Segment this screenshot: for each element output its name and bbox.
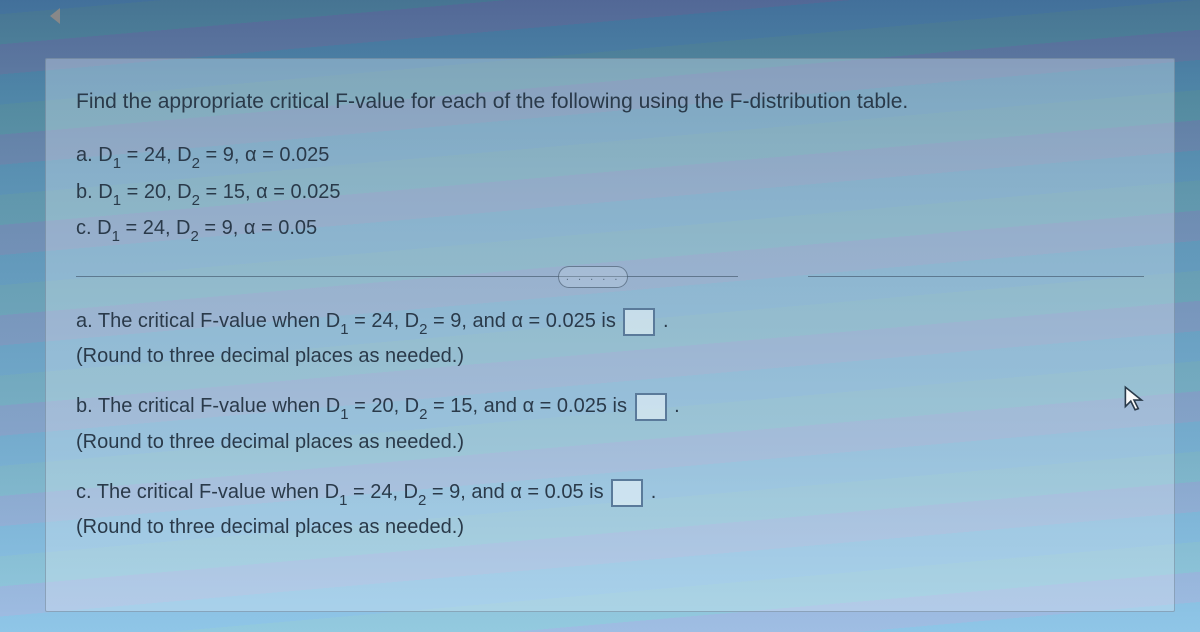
answer-b-input[interactable] — [635, 393, 667, 421]
divider-line-right — [808, 276, 1144, 277]
answer-a-period: . — [663, 310, 669, 332]
answer-a-input[interactable] — [623, 308, 655, 336]
answer-a-note: (Round to three decimal places as needed… — [76, 341, 1144, 371]
question-panel: Find the appropriate critical F-value fo… — [45, 58, 1175, 612]
param-b: b. D1 = 20, D2 = 15, α = 0.025 — [76, 175, 1144, 212]
answer-b-period: . — [674, 395, 680, 417]
param-a: a. D1 = 24, D2 = 9, α = 0.025 — [76, 138, 1144, 175]
mouse-cursor-icon — [1123, 385, 1145, 413]
param-c: c. D1 = 24, D2 = 9, α = 0.05 — [76, 211, 1144, 248]
section-divider: . . . . . — [76, 266, 1144, 288]
answer-b-text: b. The critical F-value when D1 = 20, D2… — [76, 395, 633, 417]
answer-b-note: (Round to three decimal places as needed… — [76, 427, 1144, 457]
answer-a-text: a. The critical F-value when D1 = 24, D2… — [76, 310, 621, 332]
divider-expand-button[interactable]: . . . . . — [558, 266, 628, 288]
divider-line-left — [76, 276, 738, 277]
answer-c-note: (Round to three decimal places as needed… — [76, 512, 1144, 542]
question-prompt: Find the appropriate critical F-value fo… — [76, 87, 1144, 116]
answer-a: a. The critical F-value when D1 = 24, D2… — [76, 306, 1144, 372]
answer-b: b. The critical F-value when D1 = 20, D2… — [76, 391, 1144, 457]
answer-c: c. The critical F-value when D1 = 24, D2… — [76, 477, 1144, 543]
answer-c-text: c. The critical F-value when D1 = 24, D2… — [76, 481, 609, 503]
parameter-list: a. D1 = 24, D2 = 9, α = 0.025 b. D1 = 20… — [76, 138, 1144, 248]
back-arrow-icon[interactable] — [50, 8, 60, 24]
answer-c-period: . — [651, 481, 657, 503]
answer-c-input[interactable] — [611, 479, 643, 507]
